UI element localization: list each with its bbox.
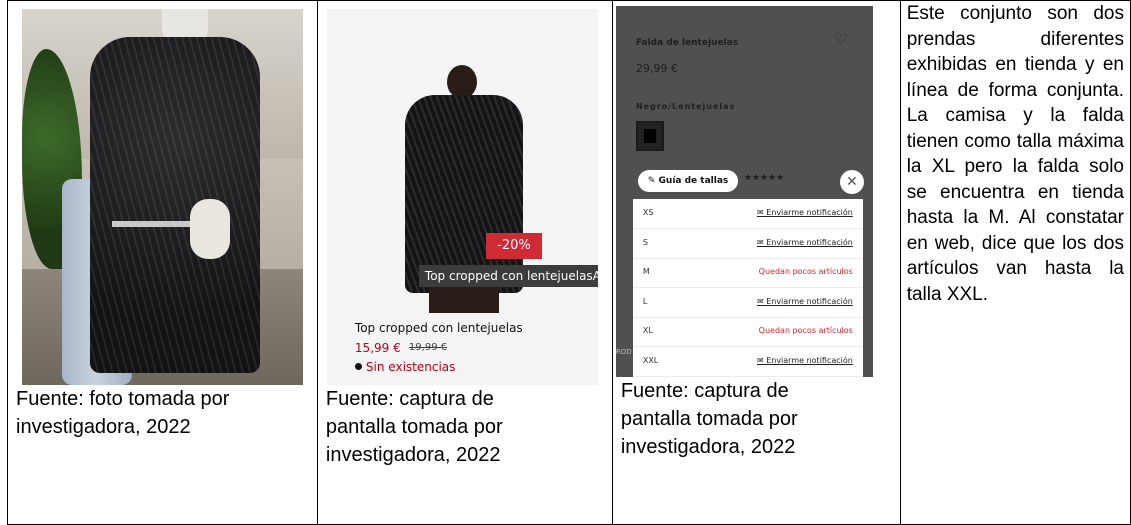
size-label: XL (642, 326, 653, 335)
cut-text: ROD (615, 348, 632, 356)
skirt-price: 29,99 € (635, 62, 678, 75)
cell-photo: Fuente: foto tomada por investigadora, 2… (7, 0, 318, 525)
size-status: Quedan pocos artículos (758, 267, 853, 276)
size-row: XL Quedan pocos artículos (632, 317, 863, 347)
discount-badge: -20% (485, 233, 542, 259)
size-row: L ✉ Enviarme notificación (632, 288, 863, 318)
store-photo (22, 9, 303, 385)
size-status: Quedan pocos artículos (758, 326, 853, 335)
cell-product-top: -20% Top cropped con lentejuelasAux Top … (316, 0, 613, 525)
size-status: ✉ Enviarme notificación (756, 237, 853, 247)
size-status: ✉ Enviarme notificación (756, 208, 853, 217)
size-status: ✉ Enviarme notificación (756, 355, 853, 365)
size-status: ✉ Enviarme notificación (756, 296, 853, 306)
size-row: XS ✉ Enviarme notificación (632, 199, 863, 229)
cell-note: Este conjunto son dos prendas diferentes… (899, 0, 1131, 525)
product-name: Top cropped con lentejuelas (354, 321, 523, 335)
size-guide-button: ✎ Guía de tallas (637, 170, 739, 192)
size-row: XXL ✉ Enviarme notificación (632, 347, 863, 377)
color-swatch (635, 121, 664, 151)
size-row: S ✉ Enviarme notificación (632, 229, 863, 259)
product-old-price: 19,99 € (408, 342, 448, 353)
product-tooltip: Top cropped con lentejuelasAux (418, 265, 598, 287)
size-label: M (642, 267, 650, 276)
skirt-color: Negro/Lentejuelas (635, 102, 736, 111)
close-icon: ✕ (839, 170, 864, 194)
size-label: XXL (642, 355, 659, 365)
size-selector-screenshot: Falda de lentejuelas ♡ 29,99 € Negro/Len… (615, 6, 873, 377)
note-text: Este conjunto son dos prendas diferentes… (906, 3, 1124, 305)
figure-table: Fuente: foto tomada por investigadora, 2… (7, 0, 1131, 525)
size-list: XS ✉ Enviarme notificación S ✉ Enviarme not… (632, 199, 863, 377)
caption-product-top: Fuente: captura de pantalla tomada por i… (325, 388, 503, 466)
product-price: 15,99 € (354, 341, 401, 355)
size-row: M Quedan pocos artículos (632, 258, 863, 288)
caption-product-skirt: Fuente: captura de pantalla tomada por i… (620, 380, 798, 458)
size-label: L (642, 296, 648, 306)
size-label: XS (642, 208, 654, 217)
status-dot-icon (354, 363, 362, 370)
skirt-title: Falda de lentejuelas (635, 38, 739, 48)
rating-stars-icon: ★★★★★ (743, 173, 785, 183)
size-label: S (642, 237, 648, 247)
caption-photo: Fuente: foto tomada por investigadora, 2… (16, 388, 230, 438)
cell-product-skirt: Falda de lentejuelas ♡ 29,99 € Negro/Len… (611, 0, 901, 525)
stock-status: Sin existencias (354, 360, 455, 374)
product-card-screenshot: -20% Top cropped con lentejuelasAux Top … (326, 9, 598, 385)
heart-icon: ♡ (833, 30, 848, 48)
